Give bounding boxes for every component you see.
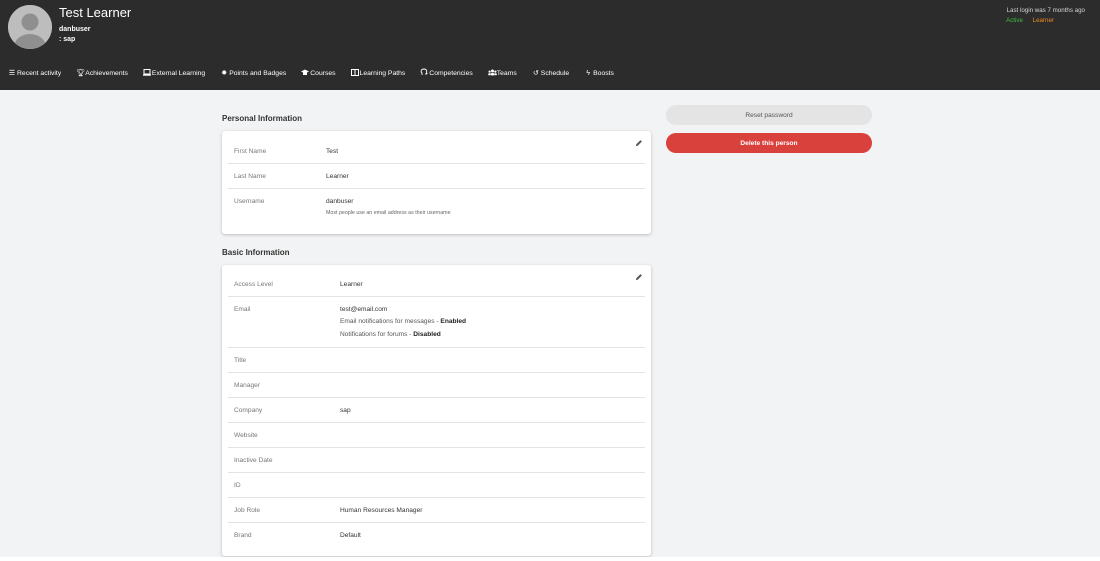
users-icon <box>487 69 497 78</box>
last-name-value: Learner <box>326 173 349 180</box>
page-bottom-strip <box>0 557 1100 561</box>
nav-achievements[interactable]: 🏆︎ Achievements <box>76 69 128 78</box>
nav-label: Competencies <box>429 69 473 77</box>
website-row: Website <box>228 423 645 448</box>
company-label: Company <box>234 407 263 414</box>
reset-password-button[interactable]: Reset password <box>666 105 872 125</box>
website-label: Website <box>234 432 258 439</box>
company-row: Company sap <box>228 398 645 423</box>
nav-label: Boosts <box>593 69 614 77</box>
profile-nav: ☰ Recent activity 🏆︎ Achievements Extern… <box>8 68 629 78</box>
job-role-label: Job Role <box>234 507 261 514</box>
laptop-icon <box>142 68 151 78</box>
bolt-icon: ϟ <box>586 69 590 77</box>
basic-info-heading: Basic Information <box>222 248 290 257</box>
first-name-row: First Name Test <box>228 138 645 164</box>
basic-info-card: Access Level Learner Email test@email.co… <box>222 265 651 556</box>
nav-label: Points and Badges <box>229 69 287 77</box>
inactive-date-row: Inactive Date <box>228 448 645 473</box>
nav-points-and-badges[interactable]: ✹ Points and Badges <box>220 69 287 78</box>
nav-external-learning[interactable]: External Learning <box>142 68 206 78</box>
email-value: test@email.com <box>340 306 388 313</box>
delete-person-button[interactable]: Delete this person <box>666 133 872 153</box>
brand-value: Default <box>340 532 361 539</box>
profile-username: danbuser <box>59 26 91 33</box>
username-value: danbuser <box>326 198 354 205</box>
history-icon: ↺ <box>532 70 539 77</box>
forum-notifications-status: Disabled <box>413 331 441 338</box>
email-notifications: Email notifications for messages - Enabl… <box>340 318 466 325</box>
nav-label: External Learning <box>151 69 206 77</box>
last-login-text: Last login was 7 months ago <box>1006 7 1085 14</box>
nav-label: Achievements <box>85 69 128 77</box>
nav-label: Learning Paths <box>359 69 406 77</box>
status-line: Active Learner <box>1006 17 1054 24</box>
title-label: Title <box>234 357 247 364</box>
inactive-date-label: Inactive Date <box>234 457 273 464</box>
email-notifications-status: Enabled <box>440 318 467 325</box>
forum-notifications: Notifications for forums - Disabled <box>340 331 441 338</box>
username-row: Username danbuser Most people use an ema… <box>228 189 645 229</box>
profile-header: Test Learner danbuser : sap Last login w… <box>0 0 1100 90</box>
personal-info-card: First Name Test Last Name Learner Userna… <box>222 131 651 234</box>
last-name-label: Last Name <box>234 173 266 180</box>
manager-row: Manager <box>228 373 645 398</box>
badge-icon: ✹ <box>221 70 228 77</box>
status-badge: Active <box>1006 17 1023 24</box>
nav-boosts[interactable]: ϟ Boosts <box>584 70 614 77</box>
profile-company: : sap <box>59 36 76 43</box>
username-hint: Most people use an email address as thei… <box>326 210 451 216</box>
id-row: ID <box>228 473 645 498</box>
book-icon <box>350 68 359 78</box>
avatar <box>8 5 52 49</box>
head-icon <box>420 68 429 78</box>
manager-label: Manager <box>234 382 261 389</box>
nav-teams[interactable]: Teams <box>487 69 517 78</box>
nav-label: Schedule <box>540 69 570 77</box>
id-label: ID <box>234 482 241 489</box>
nav-recent-activity[interactable]: ☰ Recent activity <box>8 69 62 78</box>
last-name-row: Last Name Learner <box>228 164 645 189</box>
title-row: Title <box>228 348 645 373</box>
brand-label: Brand <box>234 532 252 539</box>
brand-row: Brand Default <box>228 523 645 548</box>
access-level-value: Learner <box>340 281 363 288</box>
role-badge: Learner <box>1032 17 1054 24</box>
access-level-label: Access Level <box>234 281 273 288</box>
person-silhouette-icon <box>8 5 52 49</box>
job-role-value: Human Resources Manager <box>340 507 423 514</box>
nav-courses[interactable]: Courses <box>301 69 336 78</box>
first-name-label: First Name <box>234 148 267 155</box>
company-value: sap <box>340 407 351 414</box>
job-role-row: Job Role Human Resources Manager <box>228 498 645 523</box>
username-label: Username <box>234 198 265 205</box>
nav-label: Recent activity <box>17 69 62 77</box>
access-level-row: Access Level Learner <box>228 272 645 297</box>
profile-name: Test Learner <box>59 5 132 20</box>
list-icon: ☰ <box>8 70 16 77</box>
nav-label: Teams <box>496 69 517 77</box>
nav-competencies[interactable]: Competencies <box>420 68 473 78</box>
nav-schedule[interactable]: ↺ Schedule <box>532 69 570 78</box>
graduation-cap-icon <box>301 69 310 78</box>
email-row: Email test@email.com Email notifications… <box>228 297 645 348</box>
first-name-value: Test <box>326 148 339 155</box>
nav-label: Courses <box>310 69 336 77</box>
personal-info-heading: Personal Information <box>222 114 303 123</box>
trophy-icon: 🏆︎ <box>76 70 86 77</box>
forum-notifications-text: Notifications for forums - <box>340 331 414 338</box>
email-label: Email <box>234 306 251 313</box>
email-notifications-text: Email notifications for messages - <box>340 318 441 325</box>
nav-learning-paths[interactable]: Learning Paths <box>350 68 406 78</box>
